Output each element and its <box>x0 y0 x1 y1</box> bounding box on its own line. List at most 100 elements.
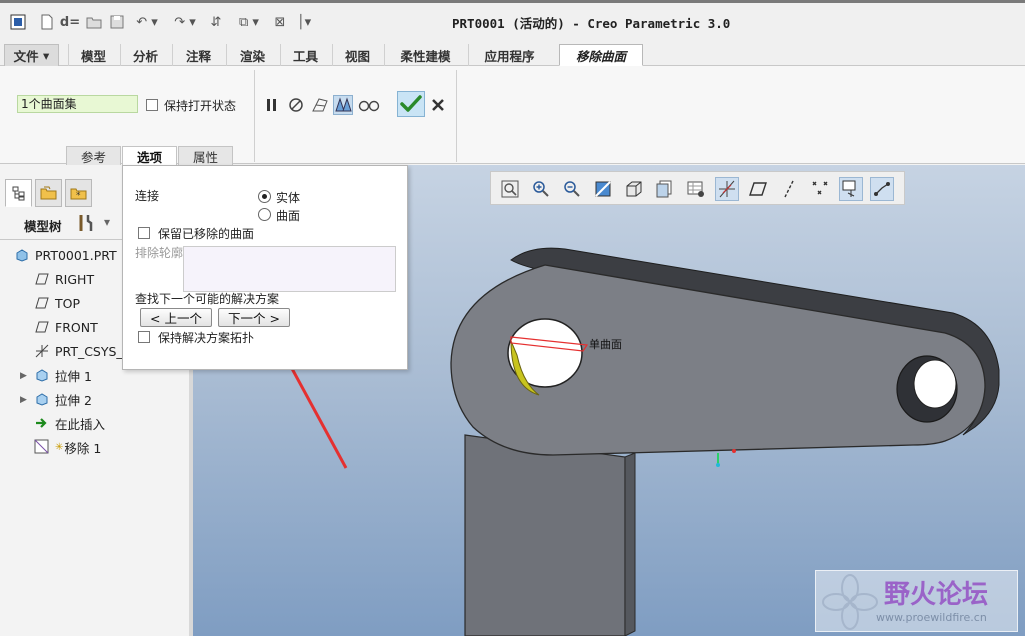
tab-tools[interactable]: 工具 <box>280 44 330 66</box>
zoom-out-icon[interactable] <box>560 177 584 201</box>
svg-text:*: * <box>76 191 81 201</box>
tab-render[interactable]: 渲染 <box>226 44 278 66</box>
point-display-icon[interactable] <box>808 177 832 201</box>
keep-open-checkbox[interactable] <box>146 99 158 111</box>
forum-watermark: 野火论坛 www.proewildfire.cn <box>815 570 1018 632</box>
repaint-icon[interactable] <box>591 177 615 201</box>
datum-display-filter-icon[interactable] <box>715 177 739 201</box>
vertical-leg-face[interactable] <box>464 434 626 636</box>
subtab-options[interactable]: 选项 <box>122 146 177 166</box>
expand-arrow-icon[interactable]: ▶ <box>20 371 27 381</box>
favorites-tab[interactable]: * <box>65 179 92 207</box>
no-preview-icon[interactable] <box>286 95 306 115</box>
extrude-icon <box>34 367 50 383</box>
keep-removed-label: 保留已移除的曲面 <box>158 227 255 241</box>
exclude-contours-label: 排除轮廓 <box>135 246 184 260</box>
csys-display-icon[interactable] <box>839 177 863 201</box>
open-folder-icon[interactable] <box>85 11 103 33</box>
exclude-contours-collector[interactable] <box>183 246 396 292</box>
tree-settings-dropdown-icon[interactable]: ▾ <box>104 215 110 229</box>
creo-app-icon[interactable] <box>8 11 28 33</box>
next-solution-button[interactable]: 下一个 > <box>218 308 290 327</box>
ribbon-separator <box>254 70 255 162</box>
display-style-icon[interactable] <box>684 177 708 201</box>
tab-file[interactable]: 文件 ▾ <box>4 44 59 66</box>
attach-surface-label: 曲面 <box>276 209 301 223</box>
annotation-display-icon[interactable] <box>870 177 894 201</box>
datum-plane-icon <box>34 271 50 287</box>
tree-item-insert-here[interactable]: 在此插入 <box>34 413 105 433</box>
extrude-icon <box>34 391 50 407</box>
ribbon-body: 1个曲面集 保持打开状态 参考 选项 属性 <box>0 66 1025 166</box>
tree-item-top[interactable]: TOP <box>34 293 80 313</box>
view-manager-icon[interactable] <box>653 177 677 201</box>
surface-set-collector[interactable]: 1个曲面集 <box>17 95 138 113</box>
regenerate-icon[interactable]: ⇵ <box>206 11 226 33</box>
attach-surface-radio[interactable] <box>258 208 271 221</box>
subtab-properties[interactable]: 属性 <box>178 146 233 166</box>
attach-solid-radio[interactable] <box>258 190 271 203</box>
tab-annotate[interactable]: 注释 <box>172 44 224 66</box>
tree-item-csys[interactable]: PRT_CSYS_D <box>34 341 132 361</box>
feature-preview-icon[interactable] <box>333 95 353 115</box>
refit-icon[interactable] <box>498 177 522 201</box>
window-title: PRT0001 (活动的) - Creo Parametric 3.0 <box>452 16 731 31</box>
csys-icon <box>34 343 50 359</box>
close-window-icon[interactable]: ⊠ <box>270 11 290 33</box>
tree-item-remove-1[interactable]: ✳ 移除 1 <box>34 437 101 457</box>
new-drawing-icon[interactable]: d= <box>60 11 80 33</box>
right-hole-opening <box>913 359 957 409</box>
flower-logo-icon <box>822 574 878 630</box>
single-surface-annotation: 单曲面 <box>589 338 622 351</box>
keep-removed-checkbox[interactable] <box>138 227 150 239</box>
keep-topology-checkbox[interactable] <box>138 331 150 343</box>
subtab-references[interactable]: 参考 <box>66 146 121 166</box>
tree-item-extrude-2[interactable]: 拉伸 2 <box>34 389 92 409</box>
geometry-preview-icon[interactable] <box>310 95 330 115</box>
find-next-solution-label: 查找下一个可能的解决方案 <box>135 292 280 306</box>
options-dropdown-panel: 连接 实体 曲面 保留已移除的曲面 排除轮廓 查找下一个可能的解决方案 < 上一… <box>122 165 408 370</box>
tree-item-extrude-1[interactable]: 拉伸 1 <box>34 365 92 385</box>
previous-solution-button[interactable]: < 上一个 <box>140 308 212 327</box>
datum-plane-icon <box>34 319 50 335</box>
plane-display-icon[interactable] <box>746 177 770 201</box>
tab-applications[interactable]: 应用程序 <box>468 44 550 66</box>
keep-open-label: 保持打开状态 <box>164 99 237 113</box>
save-icon[interactable] <box>108 11 126 33</box>
axis-display-icon[interactable] <box>777 177 801 201</box>
datum-plane-icon <box>34 295 50 311</box>
customize-toolbar-icon[interactable]: │▾ <box>294 11 314 33</box>
tree-settings-icon[interactable] <box>78 213 94 236</box>
new-file-icon[interactable] <box>38 11 56 33</box>
model-tree-header: 模型树 <box>24 219 62 234</box>
zoom-in-icon[interactable] <box>529 177 553 201</box>
tab-analysis[interactable]: 分析 <box>120 44 170 66</box>
redo-icon[interactable]: ↷ ▾ <box>170 11 200 33</box>
regen-star-icon: ✳ <box>55 441 64 453</box>
tab-remove-surface[interactable]: 移除曲面 <box>559 44 643 66</box>
windows-icon[interactable]: ⧉ ▾ <box>232 11 266 33</box>
model-tree-tab[interactable] <box>5 179 32 207</box>
insert-here-icon <box>34 415 50 431</box>
ok-checkmark-button[interactable] <box>397 91 425 117</box>
saved-orientations-icon[interactable] <box>622 177 646 201</box>
tab-model[interactable]: 模型 <box>68 44 118 66</box>
cancel-x-button[interactable] <box>428 95 448 115</box>
pause-icon[interactable] <box>262 95 282 115</box>
tab-flexible-modeling[interactable]: 柔性建模 <box>384 44 466 66</box>
attach-label: 连接 <box>135 189 160 203</box>
in-graphics-toolbar <box>490 171 905 205</box>
expand-arrow-icon[interactable]: ▶ <box>20 395 27 405</box>
watermark-title: 野火论坛 <box>884 580 989 610</box>
folder-browser-tab[interactable] <box>35 179 62 207</box>
tree-item-front[interactable]: FRONT <box>34 317 98 337</box>
verify-glasses-icon[interactable] <box>357 95 381 115</box>
attach-solid-label: 实体 <box>276 191 301 205</box>
vertical-leg-side <box>624 452 636 636</box>
tab-view[interactable]: 视图 <box>332 44 382 66</box>
part-icon <box>14 247 30 263</box>
tree-item-part[interactable]: PRT0001.PRT <box>14 245 117 265</box>
tree-item-right[interactable]: RIGHT <box>34 269 94 289</box>
keep-topology-label: 保持解决方案拓扑 <box>158 331 255 345</box>
undo-icon[interactable]: ↶ ▾ <box>132 11 162 33</box>
